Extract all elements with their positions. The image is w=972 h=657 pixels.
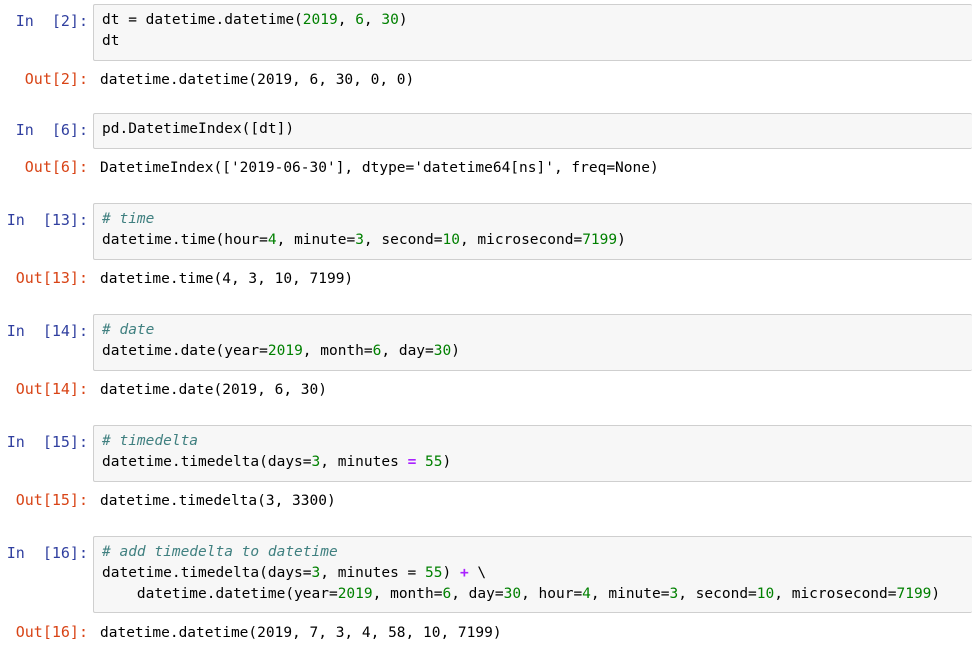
code-line: # time: [102, 209, 972, 230]
code-token: , second=: [363, 232, 443, 248]
code-token: , day=: [381, 343, 434, 359]
code-input[interactable]: dt = datetime.datetime(2019, 6, 30) dt: [93, 4, 972, 61]
code-line: # add timedelta to datetime: [102, 542, 972, 563]
code-token: ): [442, 454, 452, 470]
code-token: , microsecond=: [774, 586, 897, 602]
code-line: # date: [102, 320, 972, 341]
code-token: , hour=: [521, 586, 583, 602]
code-token: 3: [311, 565, 321, 581]
code-token: , microsecond=: [459, 232, 583, 248]
code-token: 30: [381, 12, 399, 28]
output-prompt: Out[13]:: [15, 269, 88, 287]
code-token: 7199: [896, 586, 932, 602]
code-input[interactable]: # add timedelta to datetime datetime.time…: [93, 536, 972, 613]
output-prompt: Out[2]:: [24, 70, 88, 88]
output-prompt: Out[16]:: [15, 623, 88, 641]
code-token: 2019: [267, 343, 303, 359]
code-token: 55: [425, 565, 443, 581]
output-prompt: Out[6]:: [24, 158, 88, 176]
code-token: ): [398, 12, 408, 28]
input-prompt: In [6]:: [15, 121, 88, 139]
code-token: , minute=: [276, 232, 356, 248]
code-token: datetime.timedelta(days=: [102, 565, 312, 581]
code-line: datetime.date(year=2019, month=6, day=30…: [102, 341, 972, 362]
code-token: 30: [433, 343, 452, 359]
code-token: , month=: [372, 586, 443, 602]
code-token: 3: [669, 586, 679, 602]
input-prompt: In [15]:: [6, 433, 88, 451]
code-token: , minutes: [320, 454, 408, 470]
code-token: , day=: [451, 586, 504, 602]
code-token: +: [459, 565, 469, 581]
code-token: , minute=: [590, 586, 670, 602]
code-line: datetime.datetime(year=2019, month=6, da…: [102, 584, 972, 605]
code-token: ,: [363, 12, 382, 28]
code-token: 30: [503, 586, 522, 602]
code-token: ): [931, 586, 941, 602]
cell-output: DatetimeIndex(['2019-06-30'], dtype='dat…: [100, 160, 659, 176]
code-token: , minutes =: [320, 565, 426, 581]
code-token: 6: [355, 12, 364, 28]
code-input[interactable]: # timedelta datetime.timedelta(days=3, mi…: [93, 425, 972, 482]
code-line: dt = datetime.datetime(2019, 6, 30): [102, 10, 972, 31]
code-token: 2019: [337, 586, 373, 602]
code-line: # timedelta: [102, 431, 972, 452]
code-token: dt = datetime.datetime(: [102, 12, 303, 28]
code-token: 2019: [302, 12, 338, 28]
code-token: =: [407, 454, 426, 470]
code-token: datetime.date(year=: [102, 343, 268, 359]
input-prompt: In [13]:: [6, 211, 88, 229]
cell-output: datetime.timedelta(3, 3300): [100, 493, 336, 509]
code-token: ): [451, 343, 460, 359]
code-line: datetime.timedelta(days=3, minutes = 55): [102, 452, 972, 473]
code-comment: # timedelta: [102, 433, 199, 449]
input-prompt: In [14]:: [6, 322, 88, 340]
code-line: pd.DatetimeIndex([dt]): [102, 119, 972, 140]
code-token: 10: [756, 586, 775, 602]
code-input[interactable]: # date datetime.date(year=2019, month=6, …: [93, 314, 972, 371]
cell-output: datetime.datetime(2019, 7, 3, 4, 58, 10,…: [100, 625, 502, 641]
code-token: , second=: [678, 586, 757, 602]
code-token: 4: [267, 232, 277, 248]
code-comment: # add timedelta to datetime: [102, 544, 338, 560]
code-token: datetime.timedelta(days=: [102, 454, 312, 470]
code-comment: # time: [102, 211, 155, 227]
code-token: , month=: [302, 343, 373, 359]
code-token: 3: [355, 232, 364, 248]
code-token: 55: [425, 454, 443, 470]
cell-output: datetime.time(4, 3, 10, 7199): [100, 271, 354, 287]
code-comment: # date: [102, 322, 155, 338]
code-line: dt: [102, 31, 972, 52]
code-token: 4: [582, 586, 591, 602]
input-prompt: In [2]:: [15, 12, 88, 30]
code-line: datetime.time(hour=4, minute=3, second=1…: [102, 230, 972, 251]
code-token: 10: [442, 232, 460, 248]
output-prompt: Out[14]:: [15, 380, 88, 398]
code-input[interactable]: pd.DatetimeIndex([dt]): [93, 113, 972, 149]
code-token: ): [442, 565, 460, 581]
code-line: datetime.timedelta(days=3, minutes = 55)…: [102, 563, 972, 584]
cell-output: datetime.datetime(2019, 6, 30, 0, 0): [100, 72, 415, 88]
code-token: dt: [102, 33, 120, 49]
input-prompt: In [16]:: [6, 544, 88, 562]
code-token: pd.DatetimeIndex([dt]): [102, 121, 295, 137]
code-token: datetime.time(hour=: [102, 232, 268, 248]
cell-output: datetime.date(2019, 6, 30): [100, 382, 327, 398]
code-token: 7199: [582, 232, 618, 248]
code-token: 3: [311, 454, 321, 470]
code-token: 6: [442, 586, 452, 602]
code-token: ): [617, 232, 626, 248]
code-input[interactable]: # time datetime.time(hour=4, minute=3, se…: [93, 203, 972, 260]
code-token: \: [468, 565, 487, 581]
code-token: datetime.datetime(year=: [102, 586, 338, 602]
output-prompt: Out[15]:: [15, 491, 88, 509]
code-token: ,: [337, 12, 356, 28]
